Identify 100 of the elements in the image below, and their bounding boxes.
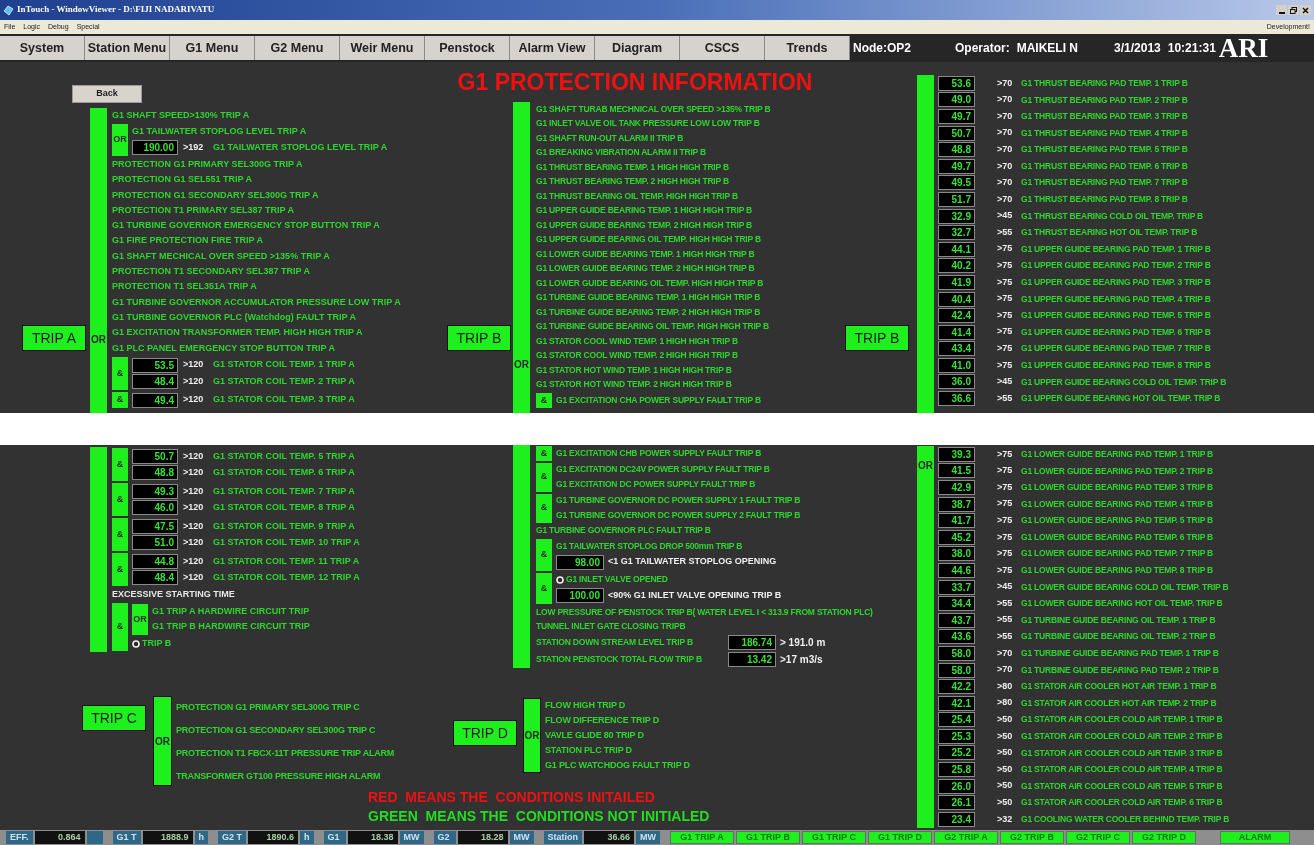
condition-label: G1 STATOR COIL TEMP. 10 TRIP A xyxy=(213,536,360,549)
condition-label: TUNNEL INLET GATE CLOSING TRIPB xyxy=(536,620,686,634)
condition-label: G1 LOWER GUIDE BEARING PAD TEMP. 8 TRIP B xyxy=(1021,564,1214,577)
value-display: 58.0 xyxy=(938,662,975,678)
limit-label: >120 xyxy=(183,374,205,388)
limit-label: >120 xyxy=(183,501,205,514)
limit-label: >120 xyxy=(183,554,205,568)
value-display: 49.7 xyxy=(938,109,975,124)
logic-gate: & xyxy=(112,448,128,481)
condition-label: G1 THRUST BEARING TEMP. 1 HIGH HIGH TRIP B xyxy=(536,160,729,174)
value-display: 26.1 xyxy=(938,795,975,811)
minimize-button[interactable] xyxy=(1276,5,1287,15)
limit-label: >55 xyxy=(997,225,1014,239)
trip-status-button[interactable]: G1 TRIP B xyxy=(736,831,801,844)
condition-label: G1 TURBINE GUIDE BEARING PAD TEMP. 2 TRIP B xyxy=(1021,663,1219,677)
condition-label: G1 PLC WATCHDOG FAULT TRIP D xyxy=(545,758,690,772)
page-title: G1 PROTECTION INFORMATION xyxy=(457,67,813,97)
condition-label: G1 TURBINE GOVERNOR DC POWER SUPPLY 2 FAULT TRIP B xyxy=(556,508,801,522)
alarm-button[interactable]: ALARM xyxy=(1220,831,1291,844)
value-display: 25.4 xyxy=(938,712,975,728)
value-display: 13.42 xyxy=(728,652,776,667)
logic-gate: & xyxy=(536,493,552,523)
nav-button[interactable]: Diagram xyxy=(595,36,680,60)
condition-label: G1 STATOR AIR COOLER COLD AIR TEMP. 3 TRIP B xyxy=(1021,746,1223,760)
trip-status-button[interactable]: G2 TRIP A xyxy=(934,831,999,844)
nav-button[interactable]: Trends xyxy=(765,36,850,60)
value-display: 38.7 xyxy=(938,496,975,512)
logic-gate: OR xyxy=(153,696,172,787)
condition-label: G1 STATOR COOL WIND TEMP. 1 HIGH HIGH TRIP B xyxy=(536,334,738,348)
condition-label: G1 UPPER GUIDE BEARING PAD TEMP. 4 TRIP B xyxy=(1021,292,1211,306)
condition-label: G1 THRUST BEARING HOT OIL TEMP. TRIP B xyxy=(1021,226,1198,239)
nav-button[interactable]: G2 Menu xyxy=(255,36,340,60)
value-display: 41.9 xyxy=(938,274,975,290)
unit-label: MW xyxy=(636,831,661,844)
limit-label: >70 xyxy=(997,192,1014,206)
restore-button[interactable] xyxy=(1288,5,1299,15)
limit-label: >50 xyxy=(997,729,1014,743)
value-display: 48.8 xyxy=(132,465,178,481)
condition-label: G1 TURBINE GUIDE BEARING OIL TEMP. 1 TRIP B xyxy=(1021,613,1216,627)
trip-status-button[interactable]: G2 TRIP C xyxy=(1066,831,1131,844)
trip-status-button[interactable]: G1 TRIP D xyxy=(868,831,933,844)
limit-label: >70 xyxy=(997,109,1014,123)
nav-button[interactable]: G1 Menu xyxy=(170,36,255,60)
value-display: 43.4 xyxy=(938,341,975,357)
limit-label: >75 xyxy=(997,530,1014,544)
trip-status-button[interactable]: G1 TRIP A xyxy=(670,831,735,844)
value-display: 40.4 xyxy=(938,291,975,307)
minimize-icon xyxy=(1278,12,1285,14)
condition-label: G1 EXCITATION CHA POWER SUPPLY FAULT TRIP B xyxy=(556,393,761,407)
limit-label: >70 xyxy=(997,176,1014,190)
value-display: 36.6 xyxy=(938,391,975,407)
value-display: 42.4 xyxy=(938,308,975,324)
condition-label: G1 FIRE PROTECTION FIRE TRIP A xyxy=(112,234,263,248)
trip-status-button[interactable]: G2 TRIP D xyxy=(1132,831,1197,844)
condition-label: STATION PENSTOCK TOTAL FLOW TRIP B xyxy=(536,653,703,666)
condition-label: G1 STATOR COIL TEMP. 5 TRIP A xyxy=(213,449,355,463)
limit-label: >75 xyxy=(997,447,1014,461)
limit-label: <90% G1 INLET VALVE OPENING TRIP B xyxy=(608,588,782,602)
nav-button[interactable]: Penstock xyxy=(425,36,510,60)
date-label: 3/1/2013 xyxy=(1114,40,1161,57)
condition-label: G1 LOWER GUIDE BEARING COLD OIL TEMP. TRIP B xyxy=(1021,580,1229,594)
trip-status-button[interactable]: G1 TRIP C xyxy=(802,831,867,844)
gate-label: OR xyxy=(513,358,530,372)
limit-label: >45 xyxy=(997,580,1014,594)
condition-label: G1 UPPER GUIDE BEARING PAD TEMP. 2 TRIP B xyxy=(1021,259,1211,273)
gate-label: OR xyxy=(90,333,107,347)
nav-button[interactable]: Station Menu xyxy=(85,36,170,60)
back-button[interactable]: Back xyxy=(72,85,142,103)
nav-button[interactable]: System xyxy=(0,36,85,60)
condition-label: G1 UPPER GUIDE BEARING TEMP. 2 HIGH HIGH TRIP B xyxy=(536,218,753,232)
condition-label: G1 UPPER GUIDE BEARING TEMP. 1 HIGH HIGH TRIP B xyxy=(536,204,753,218)
logic-gate: & xyxy=(112,356,128,390)
limit-label: >70 xyxy=(997,93,1014,107)
unit-label: h xyxy=(194,831,209,844)
value-display: 44.6 xyxy=(938,562,975,578)
value-display: 34.4 xyxy=(938,596,975,612)
condition-label: G1 TRIP A HARDWIRE CIRCUIT TRIP xyxy=(152,605,310,619)
unit-label: MW xyxy=(509,831,534,844)
limit-label: >50 xyxy=(997,762,1014,776)
limit-label: >75 xyxy=(997,563,1014,577)
condition-label: G1 PLC PANEL EMERGENCY STOP BUTTON TRIP A xyxy=(112,341,336,355)
condition-label: G1 TURBINE GUIDE BEARING OIL TEMP. 2 TRIP B xyxy=(1021,630,1216,644)
condition-label: G1 UPPER GUIDE BEARING COLD OIL TEMP. TRIP B xyxy=(1021,375,1227,389)
value-display: 43.7 xyxy=(938,612,975,628)
trip-status-button[interactable]: G2 TRIP B xyxy=(1000,831,1065,844)
condition-label: G1 STATOR COIL TEMP. 11 TRIP A xyxy=(213,554,360,568)
logic-gate: & xyxy=(112,553,128,586)
nav-button[interactable]: Weir Menu xyxy=(340,36,425,60)
value-display: 44.8 xyxy=(132,553,178,569)
nav-button[interactable]: Alarm View xyxy=(510,36,595,60)
value-display: 50.7 xyxy=(938,125,975,141)
condition-label: G1 STATOR COIL TEMP. 1 TRIP A xyxy=(213,358,355,372)
value-display: 18.38 xyxy=(347,831,398,844)
condition-label: PROTECTION T1 SEL351A TRIP A xyxy=(112,280,257,294)
nav-button[interactable]: CSCS xyxy=(680,36,765,60)
value-display: 186.74 xyxy=(728,635,776,650)
limit-label: >120 xyxy=(183,393,205,407)
limit-label: >55 xyxy=(997,391,1014,405)
condition-label: G1 TURBINE GOVERNOR ACCUMULATOR PRESSURE LOW TRIP A xyxy=(112,295,401,309)
close-button[interactable] xyxy=(1300,5,1311,15)
